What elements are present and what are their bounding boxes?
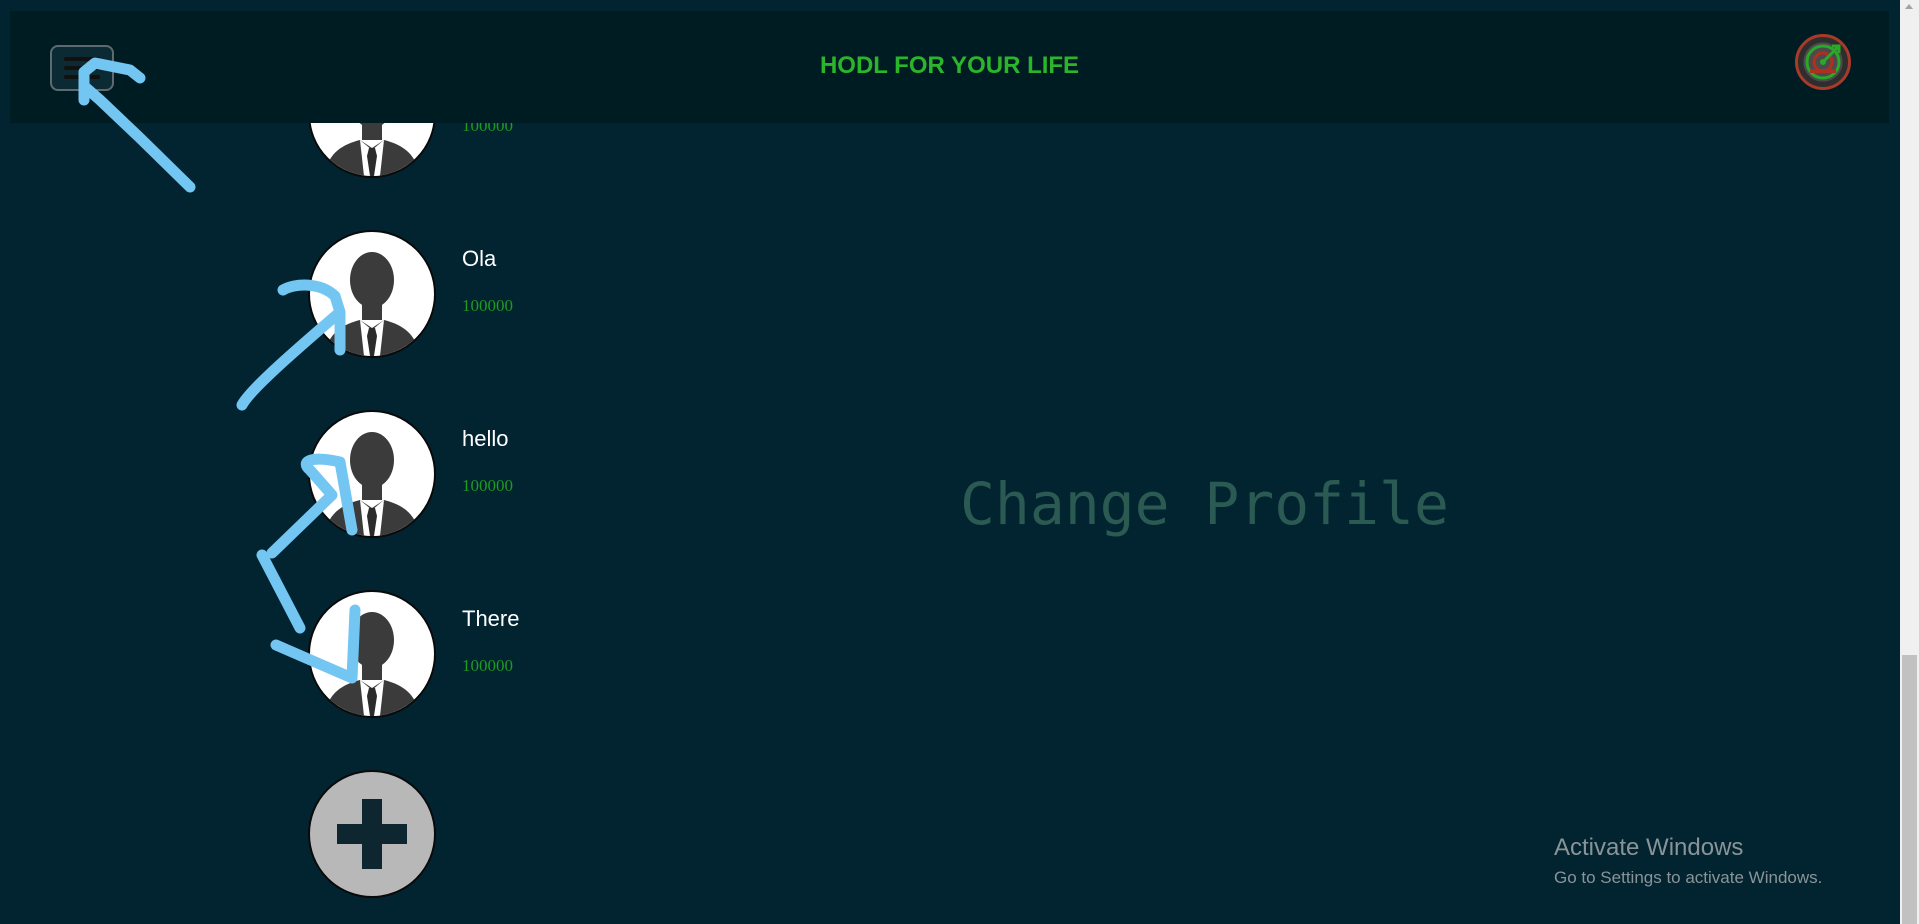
avatar[interactable] <box>308 230 436 358</box>
app-title: HODL FOR YOUR LIFE <box>819 52 1080 79</box>
watermark-title: Activate Windows <box>1554 834 1744 861</box>
change-profile-heading: Change Profile <box>960 470 1449 538</box>
profile-card-ola[interactable]: Ola 100000 <box>308 230 608 362</box>
profile-name: Ola <box>462 246 497 271</box>
annotation-overlay <box>78 57 361 684</box>
windows-activation-watermark: Activate Windows Go to Settings to activ… <box>1554 834 1822 888</box>
avatar[interactable] <box>308 410 436 538</box>
profile-name: hello <box>462 426 509 451</box>
logo-graphic <box>1805 44 1841 80</box>
profile-balance: 100000 <box>462 656 513 675</box>
avatar[interactable] <box>308 590 436 718</box>
profile-balance: 100000 <box>462 296 513 315</box>
watermark-subtitle: Go to Settings to activate Windows. <box>1554 868 1823 887</box>
person-silhouette-icon <box>324 612 420 716</box>
app-viewport: 100000 Ola 100000 hello 100000 There 100… <box>0 0 1900 924</box>
scrollbar-thumb[interactable] <box>1902 655 1917 924</box>
person-silhouette-icon <box>324 432 420 536</box>
person-silhouette-icon <box>324 252 420 356</box>
profile-name: There <box>462 606 520 631</box>
top-navbar: HODL FOR YOUR LIFE <box>10 11 1889 123</box>
scroll-up-arrow-icon[interactable] <box>1905 4 1913 9</box>
plus-icon <box>337 799 407 869</box>
app-logo-icon[interactable] <box>1795 34 1851 90</box>
vertical-scrollbar[interactable] <box>1900 0 1919 924</box>
add-profile-button[interactable] <box>308 770 436 898</box>
profile-card-there[interactable]: There 100000 <box>308 590 608 722</box>
profile-balance: 100000 <box>462 476 513 495</box>
profile-card-hello[interactable]: hello 100000 <box>308 410 608 542</box>
